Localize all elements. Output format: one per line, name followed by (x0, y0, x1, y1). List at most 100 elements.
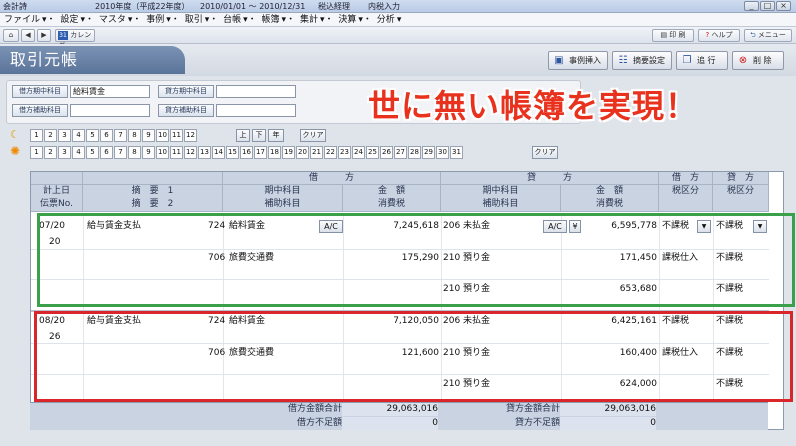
credit-account-field[interactable] (216, 85, 296, 98)
day-button[interactable]: 19 (282, 146, 295, 159)
return-icon: ⮌ (750, 31, 758, 39)
summary-settings-button[interactable]: ☷ 摘要設定 (612, 51, 672, 70)
month-button[interactable]: 11 (170, 129, 183, 142)
fiscal-period: 2010/01/01 ～ 2010/12/31 (200, 2, 306, 11)
month-button[interactable]: 12 (184, 129, 197, 142)
minimize-button[interactable]: _ (744, 1, 759, 11)
menu-master[interactable]: マスタ (99, 15, 126, 25)
case-insert-button[interactable]: ▣ 事例挿入 (548, 51, 608, 70)
menu-closing[interactable]: 決算 (338, 15, 356, 25)
day-button[interactable]: 7 (114, 146, 127, 159)
credit-total-label: 貸方金額合計 (505, 404, 560, 414)
day-button[interactable]: 25 (366, 146, 379, 159)
debit-total-label: 借方金額合計 (287, 404, 342, 414)
home-icon[interactable]: ⌂ (3, 29, 19, 42)
debit-taxcat-header: 税区分 (659, 185, 713, 199)
menu-cases[interactable]: 事例 (146, 15, 164, 25)
delete-icon: ⊗ (738, 55, 748, 66)
day-button[interactable]: 26 (380, 146, 393, 159)
day-button[interactable]: 21 (310, 146, 323, 159)
debit-total: 29,063,016 (342, 403, 438, 416)
debit-amount-header: 金 額 (343, 185, 441, 199)
day-button[interactable]: 17 (254, 146, 267, 159)
day-button[interactable]: 22 (324, 146, 337, 159)
debit-account-field[interactable]: 給料賃金 (70, 85, 150, 98)
credit-shortage-label: 貸方不足額 (514, 418, 560, 428)
tax-mode: 税込経理 (318, 2, 350, 11)
fiscal-year: 2010年度（平成22年度） (95, 2, 190, 11)
day-button[interactable]: 10 (156, 146, 169, 159)
day-button[interactable]: 16 (240, 146, 253, 159)
calendar-button[interactable]: 31 カレンダー (55, 29, 95, 50)
month-button[interactable]: 6 (100, 129, 113, 142)
month-selector: 1 2 3 4 5 6 7 8 9 10 11 12 (30, 129, 197, 142)
day-button[interactable]: 12 (184, 146, 197, 159)
debit-shortage-label: 借方不足額 (296, 418, 342, 428)
month-button[interactable]: 1 (30, 129, 43, 142)
day-button[interactable]: 5 (86, 146, 99, 159)
month-button[interactable]: 2 (44, 129, 57, 142)
day-button[interactable]: 18 (268, 146, 281, 159)
credit-account-label: 貸方期中科目 (158, 85, 214, 98)
menu-analysis[interactable]: 分析 (377, 15, 395, 25)
day-button[interactable]: 28 (408, 146, 421, 159)
day-button[interactable]: 1 (30, 146, 43, 159)
printer-icon: ▤ (660, 31, 670, 39)
day-button[interactable]: 20 (296, 146, 309, 159)
day-button[interactable]: 31 (450, 146, 463, 159)
day-button[interactable]: 23 (338, 146, 351, 159)
menu-file[interactable]: ファイル (4, 15, 40, 25)
credit-account-header: 期中科目 (441, 185, 561, 199)
month-button[interactable]: 4 (72, 129, 85, 142)
day-button[interactable]: 13 (198, 146, 211, 159)
menu-books[interactable]: 帳簿 (262, 15, 280, 25)
day-button[interactable]: 14 (212, 146, 225, 159)
month-button[interactable]: 7 (114, 129, 127, 142)
back-icon[interactable]: ◀ (21, 29, 35, 42)
credit-sub-account-field[interactable] (216, 104, 296, 117)
menu-summary[interactable]: 集計 (300, 15, 318, 25)
debit-sub-header: 補助科目 (223, 198, 343, 212)
menu-settings[interactable]: 設定 (60, 15, 78, 25)
month-button[interactable]: 3 (58, 129, 71, 142)
tax-input-mode: 内税入力 (368, 2, 400, 11)
month-button[interactable]: 9 (142, 129, 155, 142)
credit-shortage: 0 (560, 417, 656, 430)
page-title: 取引元帳 (0, 46, 185, 74)
day-button[interactable]: 9 (142, 146, 155, 159)
month-button[interactable]: 5 (86, 129, 99, 142)
full-year-button[interactable]: 年 (268, 129, 284, 142)
forward-icon[interactable]: ▶ (37, 29, 51, 42)
month-button[interactable]: 10 (156, 129, 169, 142)
day-clear-button[interactable]: クリア (532, 146, 558, 159)
debit-sub-account-field[interactable] (70, 104, 150, 117)
menu-ledger[interactable]: 台帳 (223, 15, 241, 25)
day-button[interactable]: 4 (72, 146, 85, 159)
print-button[interactable]: ▤ 印 刷 (652, 29, 694, 42)
day-button[interactable]: 8 (128, 146, 141, 159)
close-button[interactable]: × (776, 1, 791, 11)
day-button[interactable]: 24 (352, 146, 365, 159)
first-half-button[interactable]: 上 (236, 129, 250, 142)
delete-button[interactable]: ⊗ 削 除 (732, 51, 784, 70)
day-button[interactable]: 15 (226, 146, 239, 159)
entry-highlight-red (34, 311, 793, 402)
help-button[interactable]: ? ヘルプ (698, 29, 740, 42)
maximize-button[interactable]: □ (760, 1, 775, 11)
month-button[interactable]: 8 (128, 129, 141, 142)
second-half-button[interactable]: 下 (252, 129, 266, 142)
day-button[interactable]: 27 (394, 146, 407, 159)
debit-group-header: 借 方 (223, 172, 441, 185)
day-button[interactable]: 3 (58, 146, 71, 159)
slip-header: 伝票No. (31, 198, 83, 212)
menu-button[interactable]: ⮌ メニュー (744, 29, 792, 42)
day-button[interactable]: 11 (170, 146, 183, 159)
day-button[interactable]: 30 (436, 146, 449, 159)
day-button[interactable]: 2 (44, 146, 57, 159)
day-button[interactable]: 6 (100, 146, 113, 159)
month-clear-button[interactable]: クリア (300, 129, 326, 142)
menu-transactions[interactable]: 取引 (185, 15, 203, 25)
carry-row-button[interactable]: ❐ 追 行 (676, 51, 728, 70)
day-button[interactable]: 29 (422, 146, 435, 159)
credit-sub-account-label: 貸方補助科目 (158, 104, 214, 117)
